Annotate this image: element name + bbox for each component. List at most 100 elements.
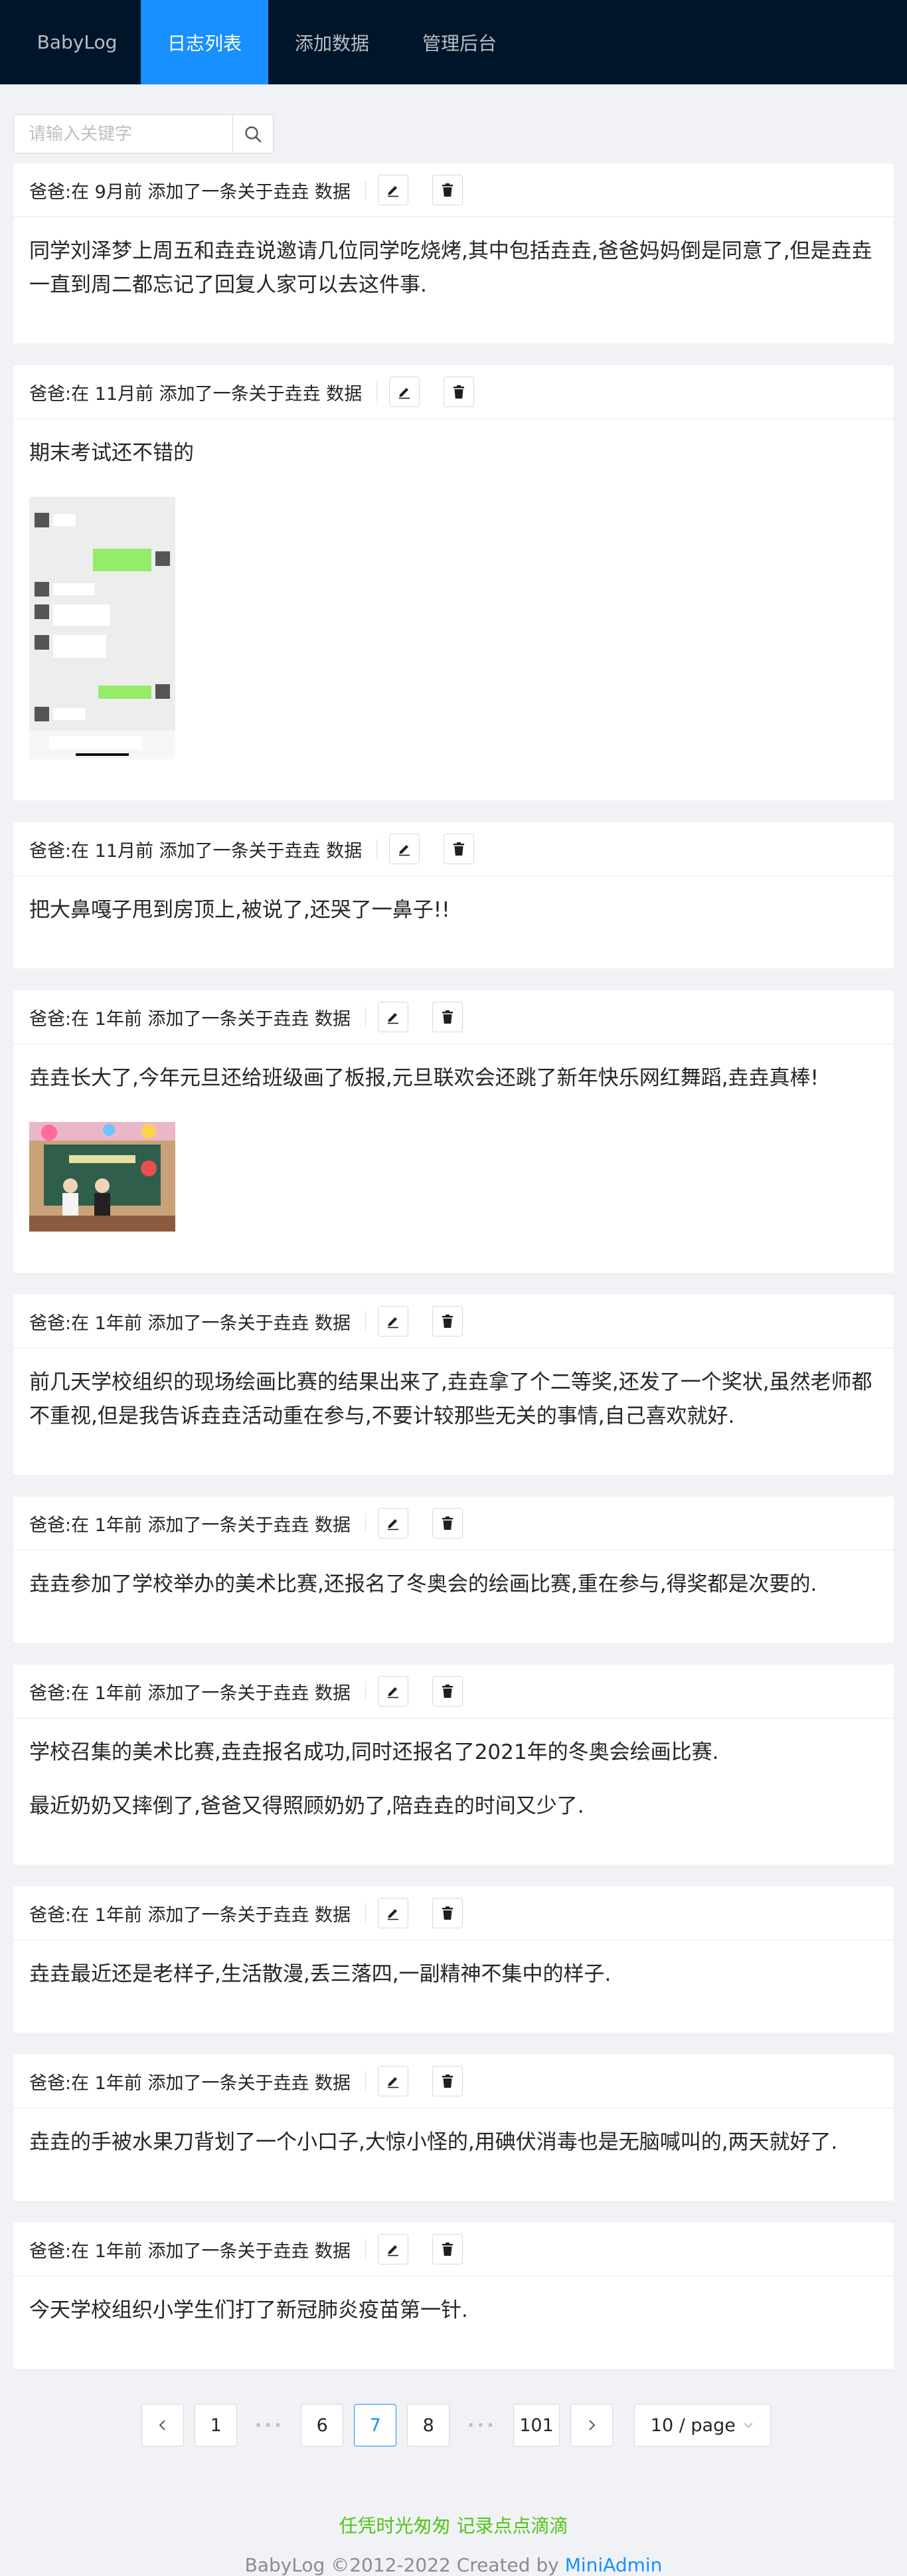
next-page-button[interactable] [570,2404,613,2446]
prev-page-button[interactable] [141,2404,185,2446]
miniadmin-link[interactable]: MiniAdmin [565,2554,663,2576]
log-meta-text: 爸爸:在 11月前 添加了一条关于垚垚 数据 [29,383,363,405]
chevron-right-icon [589,2420,596,2431]
header-divider [365,180,367,200]
delete-button[interactable] [432,2234,463,2264]
log-card-header: 爸爸:在 1年前 添加了一条关于垚垚 数据 [13,1665,894,1718]
log-content-text: 垚垚长大了,今年元旦还给班级画了板报,元旦联欢会还跳了新年快乐网红舞蹈,垚垚真棒… [29,1066,819,1090]
delete-icon [442,2074,454,2088]
log-meta-text: 爸爸:在 1年前 添加了一条关于垚垚 数据 [29,1515,351,1536]
log-meta-text: 爸爸:在 1年前 添加了一条关于垚垚 数据 [29,1313,351,1334]
edit-button[interactable] [378,1676,409,1706]
edit-icon [388,2077,399,2088]
log-card-body: 同学刘泽梦上周五和垚垚说邀请几位同学吃烧烤,其中包括垚垚,爸爸妈妈倒是同意了,但… [13,217,894,343]
delete-icon [454,385,465,399]
log-content-text: 今天学校组织小学生们打了新冠肺炎疫苗第一针. [29,2298,468,2322]
search-button[interactable] [232,114,274,153]
log-card-body: 期末考试还不错的 [13,419,894,800]
log-card: 爸爸:在 1年前 添加了一条关于垚垚 数据前几天学校组织的现场绘画比赛的结果出来… [13,1295,894,1475]
log-content-text: 期末考试还不错的 [29,441,194,465]
footer-copyright: BabyLog ©2012-2022 Created by MiniAdmin [0,2554,907,2576]
chevron-down-icon [744,2423,753,2429]
nav-item-add-data[interactable]: 添加数据 [268,0,396,84]
edit-button[interactable] [389,377,420,407]
log-content-text: 垚垚最近还是老样子,生活散漫,丢三落四,一副精神不集中的样子. [29,1962,612,1986]
log-card-header: 爸爸:在 1年前 添加了一条关于垚垚 数据 [13,2223,894,2276]
log-card: 爸爸:在 1年前 添加了一条关于垚垚 数据垚垚的手被水果刀背划了一个小口子,大惊… [13,2055,894,2201]
log-meta-text: 爸爸:在 1年前 添加了一条关于垚垚 数据 [29,1904,351,1926]
header-divider [365,1513,367,1533]
edit-button[interactable] [378,1508,409,1538]
page-ellipsis-prev[interactable]: ••• [248,2404,290,2446]
nav-brand[interactable]: BabyLog [13,0,141,84]
log-card-header: 爸爸:在 11月前 添加了一条关于垚垚 数据 [13,822,894,876]
edit-button[interactable] [389,834,420,864]
page-button-1[interactable]: 1 [195,2404,238,2446]
page-size-value: 10 / page [650,2415,736,2436]
log-card-header: 爸爸:在 1年前 添加了一条关于垚垚 数据 [13,2055,894,2108]
edit-icon [388,1909,399,1920]
edit-icon [388,2245,399,2256]
delete-button[interactable] [432,175,463,205]
delete-icon [442,1685,454,1698]
search-icon [245,126,262,142]
log-card-header: 爸爸:在 1年前 添加了一条关于垚垚 数据 [13,1295,894,1348]
delete-button[interactable] [432,1306,463,1336]
page-size-select[interactable]: 10 / page [633,2404,771,2446]
header-divider [365,1311,367,1331]
log-card-header: 爸爸:在 1年前 添加了一条关于垚垚 数据 [13,1886,894,1940]
classroom-photo-image[interactable] [29,1122,175,1232]
log-content-text: 垚垚的手被水果刀背划了一个小口子,大惊小怪的,用碘伏消毒也是无脑喊叫的,两天就好… [29,2130,838,2154]
delete-button[interactable] [432,1002,463,1032]
footer: 任凭时光匆匆 记录点点滴滴 BabyLog ©2012-2022 Created… [0,2446,907,2576]
nav-item-admin[interactable]: 管理后台 [396,0,523,84]
header-divider [376,839,378,859]
log-card: 爸爸:在 1年前 添加了一条关于垚垚 数据 学校召集的美术比赛,垚垚报名成功,同时… [13,1665,894,1865]
copyright-text: BabyLog ©2012-2022 Created by [244,2554,559,2576]
chat-screenshot-image[interactable] [29,497,175,759]
footer-slogan: 任凭时光匆匆 记录点点滴滴 [339,2515,568,2537]
header-divider [365,1681,367,1701]
edit-button[interactable] [378,1002,409,1032]
log-card-header: 爸爸:在 11月前 添加了一条关于垚垚 数据 [13,365,894,419]
page-button-8[interactable]: 8 [407,2404,450,2446]
log-card: 爸爸:在 1年前 添加了一条关于垚垚 数据垚垚最近还是老样子,生活散漫,丢三落四… [13,1886,894,2033]
edit-button[interactable] [378,2234,409,2264]
delete-button[interactable] [444,834,475,864]
log-content-text: 把大鼻嘎子甩到房顶上,被说了,还哭了一鼻子!! [29,898,450,922]
delete-button[interactable] [432,1508,463,1538]
delete-button[interactable] [432,2066,463,2096]
nav-item-log-list[interactable]: 日志列表 [141,0,268,84]
search-input[interactable] [13,114,232,153]
log-meta-text: 爸爸:在 1年前 添加了一条关于垚垚 数据 [29,1008,351,1030]
log-meta-text: 爸爸:在 1年前 添加了一条关于垚垚 数据 [29,1683,351,1704]
delete-icon [454,842,465,856]
page-ellipsis-next[interactable]: ••• [460,2404,503,2446]
edit-icon [388,1687,399,1699]
log-card-body: 垚垚参加了学校举办的美术比赛,还报名了冬奥会的绘画比赛,重在参与,得奖都是次要的… [13,1550,894,1643]
delete-icon [442,1010,454,1024]
delete-icon [442,183,454,197]
page-button-7-current[interactable]: 7 [354,2404,397,2446]
edit-button[interactable] [378,1898,409,1928]
log-card: 爸爸:在 9月前 添加了一条关于垚垚 数据 同学刘泽梦上周五和垚垚说邀请几位同学吃… [13,163,894,343]
log-card-body: 把大鼻嘎子甩到房顶上,被说了,还哭了一鼻子!! [13,876,894,968]
page-button-101[interactable]: 101 [513,2404,560,2446]
log-content-text: 前几天学校组织的现场绘画比赛的结果出来了,垚垚拿了个二等奖,还发了一个奖状,虽然… [29,1370,872,1428]
delete-button[interactable] [432,1898,463,1928]
log-card-body: 垚垚长大了,今年元旦还给班级画了板报,元旦联欢会还跳了新年快乐网红舞蹈,垚垚真棒… [13,1044,894,1273]
delete-button[interactable] [444,377,475,407]
edit-button[interactable] [378,175,409,205]
log-card: 爸爸:在 11月前 添加了一条关于垚垚 数据 期末考试还不错的 [13,365,894,800]
top-navbar: BabyLog 日志列表 添加数据 管理后台 [0,0,907,84]
edit-button[interactable] [378,1306,409,1336]
edit-icon [399,845,410,856]
delete-button[interactable] [432,1676,463,1706]
delete-icon [442,1315,454,1328]
page-button-6[interactable]: 6 [301,2404,344,2446]
header-divider [365,2071,367,2091]
edit-button[interactable] [378,2066,409,2096]
log-list: 爸爸:在 9月前 添加了一条关于垚垚 数据 同学刘泽梦上周五和垚垚说邀请几位同学吃… [0,163,907,2369]
chevron-left-icon [159,2420,165,2431]
log-card-header: 爸爸:在 9月前 添加了一条关于垚垚 数据 [13,163,894,217]
